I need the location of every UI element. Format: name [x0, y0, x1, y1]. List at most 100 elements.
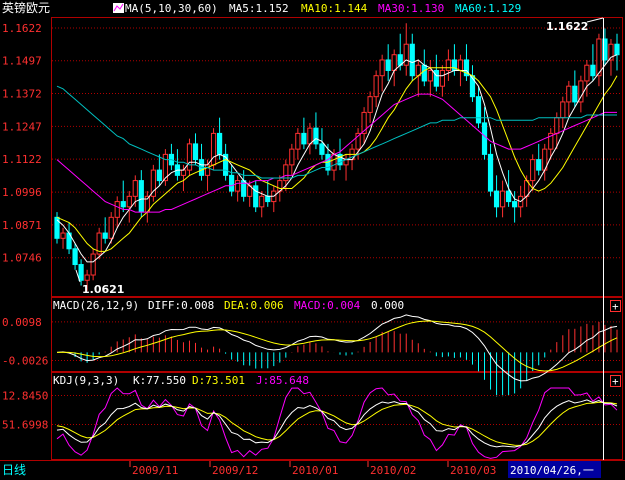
date-label: 2010/01: [292, 464, 338, 477]
kdj-tick-label: 12.8450: [2, 390, 48, 403]
candle-body: [481, 122, 488, 155]
candle-body: [367, 96, 373, 113]
candle-body: [307, 127, 313, 145]
y-tick-label: 1.1247: [2, 120, 42, 133]
ma-params: MA(5,10,30,60): [125, 2, 218, 15]
candle-body: [439, 69, 445, 87]
macd-params: MACD(26,12,9): [53, 299, 139, 312]
candle-body: [102, 232, 108, 239]
svg-text:+: +: [612, 375, 619, 388]
ma5-value: MA5:1.152: [229, 2, 289, 15]
candle-body: [560, 101, 566, 119]
candle-body: [385, 59, 391, 71]
candle-body: [126, 195, 132, 208]
candle-body: [216, 132, 223, 155]
kdj-series: 12.8450 51.6998: [2, 387, 622, 459]
price-grid: [52, 27, 622, 259]
price-axis: 1.1622 1.1497 1.1372 1.1247 1.1122 1.0996 1.08…: [2, 22, 42, 265]
kdj-expand-button[interactable]: +: [610, 375, 621, 388]
candle-body: [229, 174, 235, 192]
main-panel-frame: [51, 17, 623, 297]
candle-body: [499, 190, 506, 208]
candle-body: [475, 96, 482, 124]
date-label: 2010/02: [370, 464, 416, 477]
candle-body: [60, 232, 66, 239]
macd-header: MACD(26,12,9) DIFF:0.008 DEA:0.006 MACD:…: [53, 299, 404, 312]
macd-expand-button[interactable]: +: [610, 300, 621, 313]
candle-body: [319, 143, 325, 155]
y-tick-label: 1.1122: [2, 153, 42, 166]
candle-body: [493, 190, 500, 208]
kdj-k-line: [56, 399, 618, 448]
candle-body: [566, 85, 572, 103]
candle-body: [433, 69, 439, 87]
kdj-j: J:85.648: [256, 374, 309, 387]
ma10-value: MA10:1.144: [301, 2, 368, 15]
date-label: 2009/12: [212, 464, 258, 477]
candle-body: [373, 75, 379, 98]
y-tick-label: 1.1497: [2, 55, 42, 68]
macd-diff: DIFF:0.008: [148, 299, 214, 312]
candle-body: [253, 185, 259, 208]
macd-tick-label: 0.0098: [2, 316, 42, 329]
candle-body: [421, 64, 427, 82]
candle-body: [289, 148, 295, 166]
candle-body: [295, 132, 301, 150]
candle-body: [180, 169, 187, 176]
svg-text:+: +: [612, 300, 619, 313]
macd-tick-label: -0.0026: [2, 354, 48, 367]
date-label: 2010/03: [450, 464, 496, 477]
candle-body: [210, 132, 217, 166]
candlestick-series: [54, 23, 620, 291]
macd-extra: 0.000: [371, 299, 404, 312]
candle-body: [259, 195, 265, 208]
y-tick-label: 1.1372: [2, 88, 42, 101]
y-tick-label: 1.1622: [2, 22, 42, 35]
date-axis: 2009/11 2009/12 2010/01 2010/02 2010/03: [129, 461, 496, 477]
kdj-params: KDJ(9,3,3): [53, 374, 119, 387]
y-tick-label: 1.0871: [2, 219, 42, 232]
candle-body: [114, 201, 120, 218]
candle-body: [331, 153, 337, 171]
candle-body: [596, 38, 602, 77]
candle-body: [108, 216, 114, 239]
candle-body: [72, 248, 78, 266]
candle-body: [186, 143, 193, 171]
candle-body: [590, 64, 596, 77]
low-label: 1.0621: [82, 283, 124, 296]
kdj-d: D:73.501: [192, 374, 245, 387]
candle-body: [192, 143, 199, 161]
candle-body: [427, 69, 433, 82]
candle-body: [391, 54, 397, 71]
kdj-tick-label: 51.6998: [2, 419, 48, 432]
date-label: 2009/11: [132, 464, 178, 477]
candle-body: [530, 159, 536, 182]
candle-body: [301, 132, 307, 145]
y-tick-label: 1.0996: [2, 186, 42, 199]
instrument-title: 英镑欧元: [2, 0, 50, 15]
bottom-bar: 日线 2009/11 2009/12 2010/01 2010/02 2010/03 2…: [0, 460, 625, 478]
candle-body: [487, 153, 494, 192]
ma30-value: MA30:1.130: [378, 2, 444, 15]
candle-body: [512, 201, 518, 208]
candle-body: [78, 264, 84, 281]
indicator-icon[interactable]: [113, 3, 124, 13]
kdj-k: K:77.550: [133, 374, 186, 387]
chart-canvas[interactable]: 1.1622 1.1497 1.1372 1.1247 1.1122 1.0996 1.08…: [0, 0, 625, 480]
candle-body: [84, 274, 90, 281]
candle-body: [554, 117, 560, 134]
period-label[interactable]: 日线: [2, 463, 26, 477]
candle-body: [156, 169, 162, 182]
ma60-value: MA60:1.129: [455, 2, 521, 15]
macd-value: MACD:0.004: [294, 299, 361, 312]
candle-body: [445, 59, 452, 71]
high-annotation: 1.1622: [546, 17, 604, 33]
macd-dea: DEA:0.006: [224, 299, 284, 312]
kdj-header: KDJ(9,3,3) K:77.550 D:73.501 J:85.648: [53, 374, 309, 387]
candle-body: [313, 127, 319, 145]
y-tick-label: 1.0746: [2, 252, 42, 265]
candle-body: [132, 180, 138, 197]
candle-body: [572, 85, 578, 103]
main-header: 英镑欧元 MA(5,10,30,60) MA5:1.152 MA10:1.144…: [2, 0, 521, 15]
candle-body: [403, 43, 409, 66]
